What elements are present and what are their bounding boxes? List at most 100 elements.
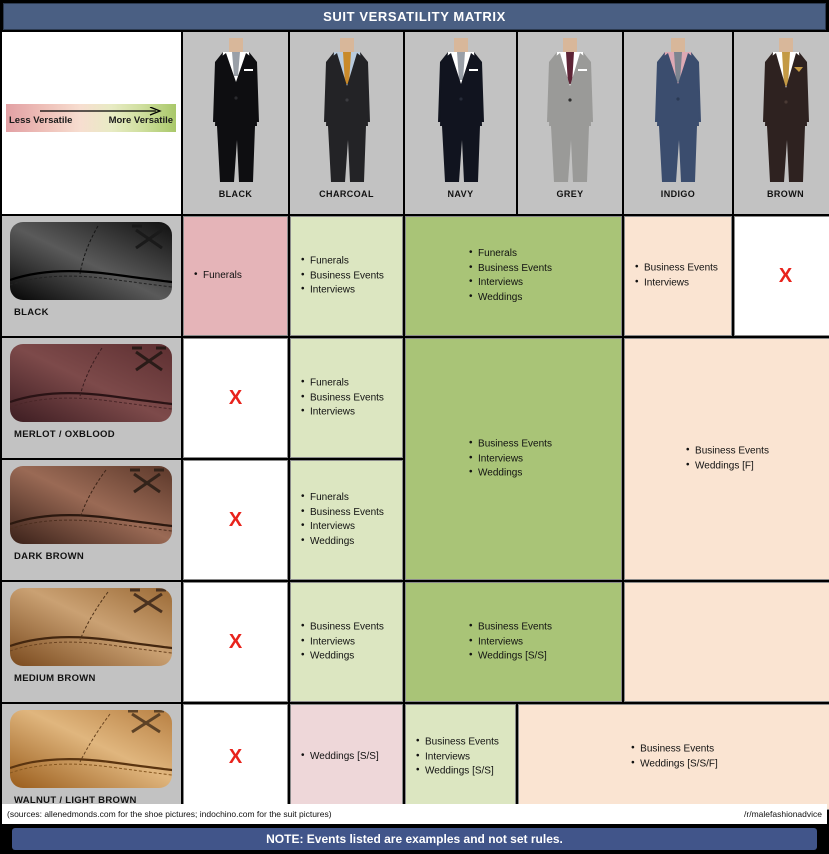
cell-darkbrown-charcoal: Funerals Business Events Interviews Wedd… [290, 460, 403, 580]
event-item: Weddings [301, 648, 396, 664]
column-header-charcoal: CHARCOAL [290, 32, 403, 214]
event-list: Business Events Interviews Weddings [406, 436, 621, 481]
cell-walnut-black: X [183, 704, 288, 810]
row-header-black: BLACK [2, 216, 181, 336]
event-item: Interviews [469, 634, 552, 650]
note-text: NOTE: Events listed are examples and not… [266, 832, 563, 846]
event-item: Funerals [469, 246, 552, 262]
event-item: Business Events [686, 444, 769, 460]
event-list: Business Events Interviews Weddings [S/S… [406, 619, 621, 664]
event-item: Funerals [301, 490, 396, 506]
event-item: Interviews [635, 275, 725, 291]
row-header-dark-brown: DARK BROWN [2, 460, 181, 580]
event-item: Business Events [631, 742, 718, 758]
suit-image-brown [734, 32, 829, 184]
suit-image-navy [405, 32, 516, 184]
shoe-image-medium-brown [10, 588, 172, 666]
event-item: Weddings [469, 465, 552, 481]
title-bar: SUIT VERSATILITY MATRIX [3, 3, 826, 30]
event-item: Weddings [F] [686, 458, 769, 474]
row-header-medium-brown: MEDIUM BROWN [2, 582, 181, 702]
note-bar: NOTE: Events listed are examples and not… [12, 828, 817, 850]
event-list: Funerals Business Events Interviews [291, 253, 402, 298]
column-header-navy: NAVY [405, 32, 516, 214]
event-item: Weddings [S/S/F] [631, 756, 718, 772]
event-item: Business Events [469, 436, 552, 452]
row-label-black: BLACK [14, 307, 49, 318]
x-mark-icon: X [778, 264, 793, 287]
event-item: Funerals [301, 375, 396, 391]
cell-medium-black: X [183, 582, 288, 702]
event-item: Funerals [301, 253, 396, 269]
shoe-image-dark-brown [10, 466, 172, 544]
cell-walnut-grey-indigo-brown: Business Events Weddings [S/S/F] [518, 704, 829, 810]
column-header-black: BLACK [183, 32, 288, 214]
event-item: Business Events [469, 619, 552, 635]
cell-walnut-charcoal: Weddings [S/S] [290, 704, 403, 810]
event-item: Business Events [301, 505, 396, 521]
event-item: Business Events [416, 734, 509, 750]
cell-merlot-black: X [183, 338, 288, 458]
row-header-walnut: WALNUT / LIGHT BROWN [2, 704, 181, 810]
versatility-legend: Less Versatile More Versatile [6, 104, 176, 132]
legend-labels: Less Versatile More Versatile [6, 115, 176, 126]
event-item: Funerals [194, 268, 281, 284]
event-list: Business Events Weddings [F] [625, 444, 829, 474]
event-item: Interviews [416, 749, 509, 765]
row-header-merlot: MERLOT / OXBLOOD [2, 338, 181, 458]
event-item: Business Events [635, 261, 725, 277]
x-mark-icon: X [228, 508, 243, 531]
event-item: Interviews [301, 634, 396, 650]
cell-black-brown: X [734, 216, 829, 336]
event-item: Weddings [S/S] [301, 749, 396, 765]
event-item: Weddings [S/S] [469, 648, 552, 664]
x-mark-icon: X [228, 630, 243, 653]
column-label-black: BLACK [218, 189, 253, 199]
event-list: Business Events Interviews Weddings [291, 619, 402, 664]
event-list: Business Events Weddings [S/S/F] [519, 742, 829, 772]
event-list: Funerals Business Events Interviews [291, 375, 402, 420]
sources-text: (sources: allenedmonds.com for the shoe … [7, 809, 332, 819]
event-item: Business Events [469, 261, 552, 277]
cell-black-black: Funerals [183, 216, 288, 336]
event-item: Business Events [301, 390, 396, 406]
cell-black-indigo: Business Events Interviews [624, 216, 732, 336]
event-item: Interviews [469, 451, 552, 467]
event-list: Funerals Business Events Interviews Wedd… [291, 490, 402, 550]
event-item: Interviews [301, 404, 396, 420]
x-mark-icon: X [228, 745, 243, 768]
cell-darkbrown-black: X [183, 460, 288, 580]
cell-merlot-darkbrown-navy-grey: Business Events Interviews Weddings [405, 338, 622, 580]
event-item: Weddings [469, 290, 552, 306]
cell-merlot-darkbrown-indigo-brown: Business Events Weddings [F] [624, 338, 829, 580]
cell-medium-charcoal: Business Events Interviews Weddings [290, 582, 403, 702]
cell-merlot-charcoal: Funerals Business Events Interviews [290, 338, 403, 458]
cell-black-charcoal: Funerals Business Events Interviews [290, 216, 403, 336]
row-label-medium-brown: MEDIUM BROWN [14, 673, 96, 684]
row-label-merlot: MERLOT / OXBLOOD [14, 429, 115, 440]
event-item: Interviews [301, 519, 396, 535]
column-header-grey: GREY [518, 32, 622, 214]
legend-cell: Less Versatile More Versatile [2, 32, 181, 214]
matrix-page: SUIT VERSATILITY MATRIX Less Versatile M… [0, 0, 829, 854]
event-item: Business Events [301, 268, 396, 284]
event-list: Funerals Business Events Interviews Wedd… [406, 246, 621, 306]
column-label-grey: GREY [556, 189, 584, 199]
cell-black-navy-grey: Funerals Business Events Interviews Wedd… [405, 216, 622, 336]
event-item: Weddings [301, 534, 396, 550]
cell-walnut-navy: Business Events Interviews Weddings [S/S… [405, 704, 516, 810]
event-item: Interviews [469, 275, 552, 291]
sources-bar: (sources: allenedmonds.com for the shoe … [2, 804, 827, 824]
matrix-grid: Less Versatile More Versatile BLACK CHAR… [2, 32, 829, 810]
legend-more-label: More Versatile [108, 115, 173, 126]
column-label-brown: BROWN [767, 189, 804, 199]
cell-medium-indigo-brown [624, 582, 829, 702]
event-list: Funerals [184, 268, 287, 284]
cell-medium-navy-grey: Business Events Interviews Weddings [S/S… [405, 582, 622, 702]
column-header-indigo: INDIGO [624, 32, 732, 214]
event-item: Weddings [S/S] [416, 763, 509, 779]
legend-less-label: Less Versatile [9, 115, 73, 126]
credit-text: /r/malefashionadvice [744, 809, 822, 819]
event-item: Interviews [301, 282, 396, 298]
suit-image-indigo [624, 32, 732, 184]
